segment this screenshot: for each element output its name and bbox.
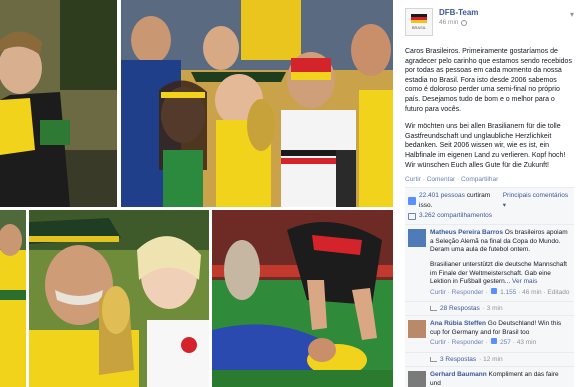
replies-time: · 3 min — [482, 305, 503, 313]
avatar[interactable] — [408, 371, 426, 387]
post-text: Caros Brasileiros. Primeiramente gostarí… — [405, 47, 574, 170]
share-icon — [408, 212, 416, 220]
photo-illustration — [29, 210, 209, 387]
separator: · — [457, 176, 460, 184]
page-avatar[interactable]: BRASIL — [405, 8, 433, 36]
shares-row: 3.262 compartilhamentos — [408, 211, 571, 221]
comment-likes[interactable]: 257 — [500, 339, 511, 346]
comment-likes[interactable]: 1.155 — [500, 289, 516, 296]
like-button[interactable]: Curtir — [405, 176, 421, 183]
photo-fan-kissing-trophy[interactable] — [29, 210, 209, 387]
photo-illustration — [0, 0, 117, 207]
comment-button[interactable]: Comentar — [427, 176, 456, 183]
post-text-pt: Caros Brasileiros. Primeiramente gostarí… — [405, 48, 572, 113]
comment-actions[interactable]: Curtir · Responder · — [430, 289, 487, 296]
comment-author[interactable]: Matheus Pereira Barros — [430, 229, 503, 236]
photo-fan-edge[interactable] — [0, 210, 26, 387]
comment-author[interactable]: Gerhard Baumann — [430, 371, 487, 378]
globe-icon — [460, 19, 467, 26]
thumb-up-icon — [491, 287, 498, 294]
reply-icon — [430, 306, 437, 312]
post-header: BRASIL DFB-Team 46 min — [405, 8, 574, 42]
replies-link[interactable]: 3 Respostas · 12 min — [405, 352, 574, 367]
comment-meta: Curtir · Responder · 1.155 · 46 min · Ed… — [430, 287, 571, 298]
photo-illustration — [212, 210, 393, 387]
post-actions: Curtir · Comentar · Compartilhar — [405, 176, 574, 183]
thumb-up-icon — [491, 338, 498, 345]
logo-text: BRASIL — [411, 25, 427, 30]
comment-sort-dropdown[interactable]: Principais comentários ▾ — [503, 191, 571, 211]
comment-meta: Curtir · Responder · 257 · 43 min — [430, 338, 571, 348]
chevron-down-icon[interactable]: ▾ — [570, 10, 574, 19]
comment-text-translation: Brasilianer unterstützt die deutsche Man… — [430, 260, 567, 286]
avatar[interactable] — [408, 320, 426, 339]
comment: Ana Rúbia Steffen Go Deutschland! Win th… — [405, 315, 574, 353]
replies-link[interactable]: 28 Respostas · 3 min — [405, 301, 574, 316]
see-more-link[interactable]: Ver mais — [512, 278, 537, 285]
avatar[interactable] — [408, 229, 426, 248]
photo-player-hugging-fan[interactable] — [0, 0, 117, 207]
photo-player-comforting-opponent[interactable] — [212, 210, 393, 387]
thumb-up-icon — [408, 197, 416, 206]
replies-time: · 12 min — [479, 356, 503, 364]
comment-actions[interactable]: Curtir · Responder · — [430, 339, 487, 346]
comment-author[interactable]: Ana Rúbia Steffen — [430, 320, 486, 327]
photo-illustration — [121, 0, 393, 207]
post-stats: 22.401 pessoas curtiram isso. Principais… — [405, 187, 574, 225]
post-text-de: Wir möchten uns bei allen Brasilianern f… — [405, 123, 566, 169]
comment: Matheus Pereira Barros Os brasileiros ap… — [405, 224, 574, 302]
share-button[interactable]: Compartilhar — [461, 176, 498, 183]
likes-row: 22.401 pessoas curtiram isso. Principais… — [408, 191, 571, 211]
replies-count[interactable]: 28 Respostas — [440, 305, 480, 312]
shares-count[interactable]: 3.262 compartilhamentos — [419, 211, 492, 221]
post-time-text: 46 min — [439, 19, 459, 26]
comment-time: · 43 min — [512, 339, 537, 347]
replies-count[interactable]: 3 Respostas — [440, 356, 476, 363]
reply-icon — [430, 357, 437, 363]
photo-fans-with-trophy[interactable] — [121, 0, 393, 207]
comment-time: · 46 min · Editado — [518, 288, 570, 296]
photo-illustration — [0, 210, 26, 387]
separator: · — [422, 176, 425, 184]
post-panel: BRASIL DFB-Team 46 min ▾ Caros Brasileir… — [397, 0, 580, 387]
page-name[interactable]: DFB-Team — [439, 8, 478, 18]
post-timestamp[interactable]: 46 min — [439, 18, 478, 27]
likes-count[interactable]: 22.401 pessoas — [419, 192, 465, 199]
comment: Gerhard Baumann Kompliment an das faire … — [405, 366, 574, 387]
